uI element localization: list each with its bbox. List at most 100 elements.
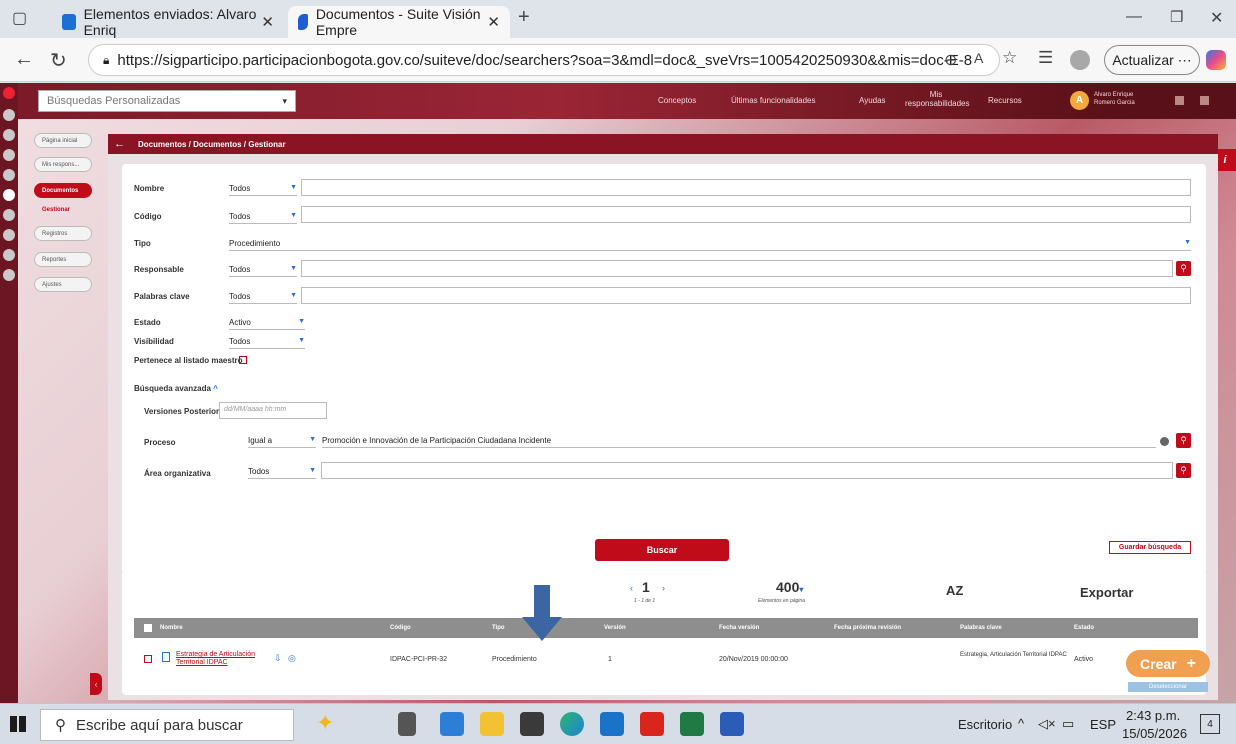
versiones-date-input[interactable]: dd/MM/aaaa hh:mm	[219, 402, 327, 419]
table-row[interactable]: Estrategia de Articulación Territorial I…	[134, 643, 1198, 677]
guardar-busqueda-button[interactable]: Guardar búsqueda	[1109, 541, 1191, 554]
clock-date[interactable]: 15/05/2026	[1122, 726, 1187, 741]
favorites-icon[interactable]: ☰	[1038, 48, 1053, 68]
close-icon[interactable]: ✕	[261, 13, 274, 31]
sparkle-icon[interactable]: ✦	[316, 710, 334, 736]
crear-button[interactable]: Crear +	[1126, 650, 1210, 677]
home-icon[interactable]	[3, 109, 15, 121]
nav-conceptos[interactable]: Conceptos	[658, 96, 696, 105]
edge-icon[interactable]	[560, 712, 584, 736]
window-close-icon[interactable]: ✕	[1210, 8, 1223, 28]
codigo-input[interactable]	[301, 206, 1191, 223]
settings-icon[interactable]	[3, 209, 15, 221]
area-input[interactable]	[321, 462, 1173, 479]
document-icon[interactable]	[3, 189, 15, 201]
responsable-search-icon[interactable]: ⚲	[1176, 261, 1191, 276]
buscar-button[interactable]: Buscar	[595, 539, 729, 561]
tab-elementos-enviados[interactable]: Elementos enviados: Alvaro Enriq ✕	[52, 6, 284, 38]
excel-icon[interactable]	[680, 712, 704, 736]
read-aloud-icon[interactable]: A	[974, 50, 983, 66]
area-search-icon[interactable]: ⚲	[1176, 463, 1191, 478]
grid-icon[interactable]	[1175, 96, 1184, 105]
file-explorer-icon[interactable]	[480, 712, 504, 736]
next-page-icon[interactable]: ›	[662, 583, 665, 593]
close-icon[interactable]: ✕	[487, 13, 500, 31]
avanzada-toggle[interactable]: Búsqueda avanzada ^	[134, 384, 218, 393]
custom-search-select[interactable]: Búsquedas Personalizadas ▾	[38, 90, 296, 112]
menu-icon[interactable]	[3, 149, 15, 161]
responsable-operator-select[interactable]: Todos ▼	[229, 265, 297, 277]
export-button[interactable]: Exportar	[1080, 585, 1133, 600]
palabras-input[interactable]	[301, 287, 1191, 304]
collapse-sidebar-button[interactable]: ‹	[90, 673, 102, 695]
update-button[interactable]: Actualizar ⋯	[1104, 45, 1200, 75]
sidebar-item-registros[interactable]: Registros	[34, 226, 92, 241]
clock-time[interactable]: 2:43 p.m.	[1126, 708, 1180, 723]
download-icon[interactable]: ⇩	[274, 653, 282, 664]
nav-recursos[interactable]: Recursos	[988, 96, 1022, 105]
nav-ultimas[interactable]: Últimas funcionalidades	[731, 96, 816, 105]
estado-select[interactable]: Activo ▼	[229, 318, 305, 330]
network-icon[interactable]: ▭	[1062, 716, 1074, 732]
users-icon[interactable]	[3, 249, 15, 261]
timer-icon[interactable]	[3, 129, 15, 141]
select-all-checkbox[interactable]	[144, 624, 152, 632]
view-icon[interactable]: ◎	[288, 653, 296, 664]
sort-button[interactable]: AZ	[946, 583, 963, 598]
zoom-icon[interactable]: ⊖	[944, 50, 957, 70]
user-avatar[interactable]: A	[1070, 91, 1089, 110]
responsable-input[interactable]	[301, 260, 1173, 277]
proceso-value-field[interactable]: Promoción e Innovación de la Participaci…	[322, 436, 1156, 448]
new-tab-icon[interactable]: +	[518, 6, 530, 29]
col-estado[interactable]: Estado	[1074, 625, 1094, 631]
maestro-checkbox[interactable]	[239, 356, 247, 364]
sidebar-item-inicio[interactable]: Página inicial	[34, 133, 92, 148]
row-checkbox[interactable]	[144, 655, 152, 663]
back-arrow-icon[interactable]: ←	[114, 138, 125, 150]
notification-icon[interactable]: 4	[1200, 714, 1220, 734]
prev-page-icon[interactable]: ‹	[630, 583, 633, 593]
task-view-icon[interactable]	[398, 712, 416, 736]
desktop-label[interactable]: Escritorio	[958, 717, 1012, 732]
sidebar-item-ajustes[interactable]: Ajustes	[34, 277, 92, 292]
user-name[interactable]: Alvaro Enrique Romero Garcia	[1094, 91, 1142, 107]
clear-icon[interactable]	[1160, 437, 1169, 446]
favorite-star-icon[interactable]: ☆	[1002, 48, 1017, 68]
col-codigo[interactable]: Código	[390, 625, 411, 631]
close-menu-icon[interactable]	[3, 87, 15, 99]
outlook-taskbar-icon[interactable]	[600, 712, 624, 736]
chevron-up-icon[interactable]: ^	[1018, 716, 1024, 731]
warning-icon[interactable]	[3, 229, 15, 241]
chart-icon[interactable]	[3, 169, 15, 181]
acrobat-icon[interactable]	[640, 712, 664, 736]
proceso-operator-select[interactable]: Igual a ▼	[248, 436, 316, 448]
sidebar-item-gestionar[interactable]: Gestionar	[42, 207, 70, 213]
language-label[interactable]: ESP	[1090, 717, 1116, 732]
col-palabras[interactable]: Palabras clave	[960, 625, 1002, 631]
nombre-input[interactable]	[301, 179, 1191, 196]
copilot-icon[interactable]	[1206, 50, 1226, 70]
col-nombre[interactable]: Nombre	[160, 625, 183, 631]
back-icon[interactable]: ←	[14, 48, 34, 71]
check-icon[interactable]	[3, 269, 15, 281]
nombre-operator-select[interactable]: Todos ▼	[229, 184, 297, 196]
col-fecha-proxima[interactable]: Fecha próxima revisión	[834, 625, 901, 631]
app-icon[interactable]	[440, 712, 464, 736]
col-fecha-version[interactable]: Fecha versión	[719, 625, 759, 631]
windows-start-icon[interactable]	[10, 716, 26, 732]
word-icon[interactable]	[720, 712, 744, 736]
nav-responsabilidades[interactable]: Mis responsabilidades	[905, 90, 970, 108]
sidebar-item-documentos[interactable]: Documentos	[34, 183, 92, 198]
proceso-search-icon[interactable]: ⚲	[1176, 433, 1191, 448]
codigo-operator-select[interactable]: Todos ▼	[229, 212, 297, 224]
per-page-select[interactable]: 400▾	[776, 579, 803, 595]
tab-actions-icon[interactable]: ▢	[12, 8, 27, 28]
sidebar-item-reportes[interactable]: Reportes	[34, 252, 92, 267]
tipo-select[interactable]: Procedimiento ▼	[229, 239, 1191, 251]
profile-avatar[interactable]	[1070, 50, 1090, 70]
sidebar-item-responsabilidades[interactable]: Mis respons...	[34, 157, 92, 172]
minimize-icon[interactable]: —	[1126, 8, 1142, 26]
col-tipo[interactable]: Tipo	[492, 625, 505, 631]
area-operator-select[interactable]: Todos ▼	[248, 467, 316, 479]
visibilidad-select[interactable]: Todos ▼	[229, 337, 305, 349]
